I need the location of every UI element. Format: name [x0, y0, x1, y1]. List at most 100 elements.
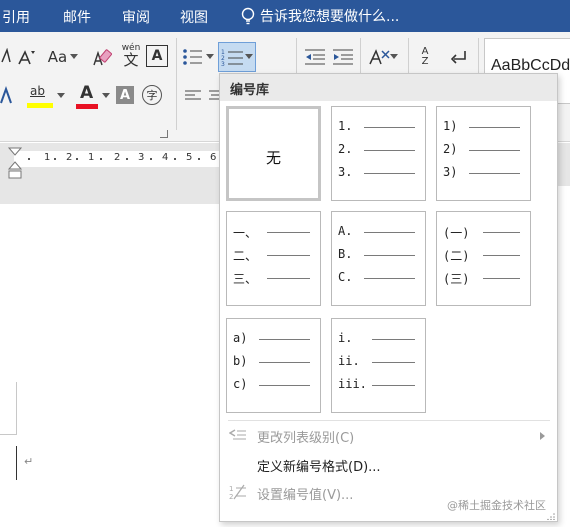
tab-mailings[interactable]: 邮件	[63, 7, 91, 27]
change-case-button[interactable]: Aa	[46, 46, 80, 68]
none-label: 无	[265, 149, 281, 167]
ruler-dot	[198, 158, 200, 160]
phonetic-guide-button[interactable]: wén 文	[120, 42, 142, 70]
increase-indent-icon	[333, 49, 353, 65]
document-page[interactable]	[0, 204, 220, 527]
numbering-icon: 123	[221, 49, 243, 66]
phonetic-char: 文	[123, 51, 139, 69]
indent-marker-icon[interactable]	[8, 147, 22, 183]
chevron-down-icon	[102, 93, 110, 98]
placeholder-line	[483, 255, 520, 256]
format-label: 3)	[443, 165, 458, 179]
placeholder-line	[372, 362, 415, 363]
placeholder-line	[372, 385, 415, 386]
chinese-layout-button[interactable]	[366, 46, 400, 68]
format-label: C.	[338, 270, 353, 284]
placeholder-line	[364, 150, 415, 151]
format-label: ii.	[338, 354, 360, 368]
define-new-format-item[interactable]: 定义新编号格式(D)...	[220, 452, 557, 478]
eraser-icon	[93, 49, 112, 66]
font-grow-icon[interactable]	[0, 46, 12, 68]
ruler-number: 1	[88, 152, 95, 163]
placeholder-line	[267, 278, 310, 279]
numbering-format-none[interactable]: 无	[226, 106, 321, 201]
placeholder-line	[364, 255, 415, 256]
menu-divider	[228, 420, 550, 421]
tab-references[interactable]: 引用	[2, 7, 30, 27]
horizontal-ruler[interactable]: 1 2 1 2 3 4 5 6	[14, 151, 224, 167]
highlight-label: ab	[30, 84, 45, 98]
change-list-level-label: 更改列表级别(C)	[257, 431, 355, 446]
group-separator	[360, 38, 361, 78]
increase-indent-button[interactable]	[332, 46, 354, 68]
align-center-icon	[209, 90, 219, 100]
decrease-indent-button[interactable]	[304, 46, 326, 68]
chevron-down-icon	[206, 54, 214, 59]
ruler-number: 3	[138, 152, 145, 163]
format-label: b)	[233, 354, 248, 368]
margin-corner-mark	[16, 382, 17, 434]
numbering-format-chinese-comma[interactable]: 一、 二、 三、	[226, 211, 321, 306]
ruler-number: 5	[186, 152, 193, 163]
paragraph-mark: ↵	[24, 455, 34, 468]
format-label: (二)	[443, 249, 470, 263]
tell-me-box[interactable]: 告诉我您想要做什么...	[240, 6, 399, 26]
numbering-button[interactable]: 123	[218, 42, 256, 72]
format-label: iii.	[338, 377, 367, 391]
chinese-layout-icon	[369, 49, 390, 65]
ruler-dot	[174, 158, 176, 160]
ribbon-tab-bar: 引用 邮件 审阅 视图 告诉我您想要做什么...	[0, 0, 570, 32]
resize-grip-icon[interactable]	[547, 513, 555, 520]
format-label: 2)	[443, 142, 458, 156]
change-case-label: Aa	[47, 48, 68, 66]
tab-review[interactable]: 审阅	[122, 7, 150, 27]
numbering-format-decimal-period[interactable]: 1. 2. 3.	[331, 106, 426, 201]
tab-view[interactable]: 视图	[180, 7, 208, 27]
ruler-number: 2	[66, 152, 73, 163]
format-label: 三、	[233, 272, 258, 286]
tell-me-text: 告诉我您想要做什么...	[260, 9, 400, 25]
svg-text:3: 3	[221, 61, 225, 66]
group-separator	[296, 38, 297, 78]
svg-text:1: 1	[229, 485, 233, 493]
chevron-down-icon	[390, 54, 398, 59]
highlight-color-button[interactable]: ab	[24, 82, 68, 110]
font-color-label: A	[80, 83, 94, 103]
format-label: c)	[233, 377, 248, 391]
placeholder-line	[364, 127, 415, 128]
numbering-format-upper-alpha[interactable]: A. B. C.	[331, 211, 426, 306]
set-value-icon: 1 2	[229, 484, 246, 500]
character-border-button[interactable]: A	[146, 45, 168, 67]
clear-formatting-button[interactable]	[91, 46, 113, 68]
align-left-button[interactable]	[184, 88, 202, 104]
numbering-format-decimal-paren[interactable]: 1) 2) 3)	[436, 106, 531, 201]
watermark: @稀土掘金技术社区	[447, 499, 546, 512]
font-color-button[interactable]: A	[74, 82, 112, 110]
ruler-dot	[100, 158, 102, 160]
sort-button[interactable]: A Z	[414, 44, 436, 70]
font-shrink-button[interactable]	[16, 46, 38, 68]
numbering-format-lower-roman[interactable]: i. ii. iii.	[331, 318, 426, 413]
numbering-format-lower-alpha[interactable]: a) b) c)	[226, 318, 321, 413]
ruler-dot	[126, 158, 128, 160]
show-hide-marks-button[interactable]	[448, 46, 470, 68]
format-label: 1)	[443, 119, 458, 133]
group-separator	[176, 38, 177, 130]
text-cursor	[16, 446, 17, 480]
chevron-down-icon	[57, 93, 65, 98]
character-shading-button[interactable]: A	[116, 86, 134, 104]
bullets-button[interactable]	[182, 46, 214, 68]
placeholder-line	[483, 232, 520, 233]
format-label: A.	[338, 224, 353, 238]
change-level-icon	[229, 429, 246, 440]
placeholder-line	[267, 255, 310, 256]
return-arrow-icon	[451, 51, 466, 64]
numbering-format-chinese-paren[interactable]: (一) (二) (三)	[436, 211, 531, 306]
change-list-level-item[interactable]: 更改列表级别(C)	[220, 423, 557, 449]
enclose-characters-button[interactable]: 字	[142, 85, 162, 105]
font-dialog-launcher-icon[interactable]	[160, 130, 168, 138]
font-color-swatch	[76, 104, 98, 109]
text-effects-button[interactable]	[0, 84, 14, 108]
ruler-dot	[54, 158, 56, 160]
format-label: 1.	[338, 119, 353, 133]
